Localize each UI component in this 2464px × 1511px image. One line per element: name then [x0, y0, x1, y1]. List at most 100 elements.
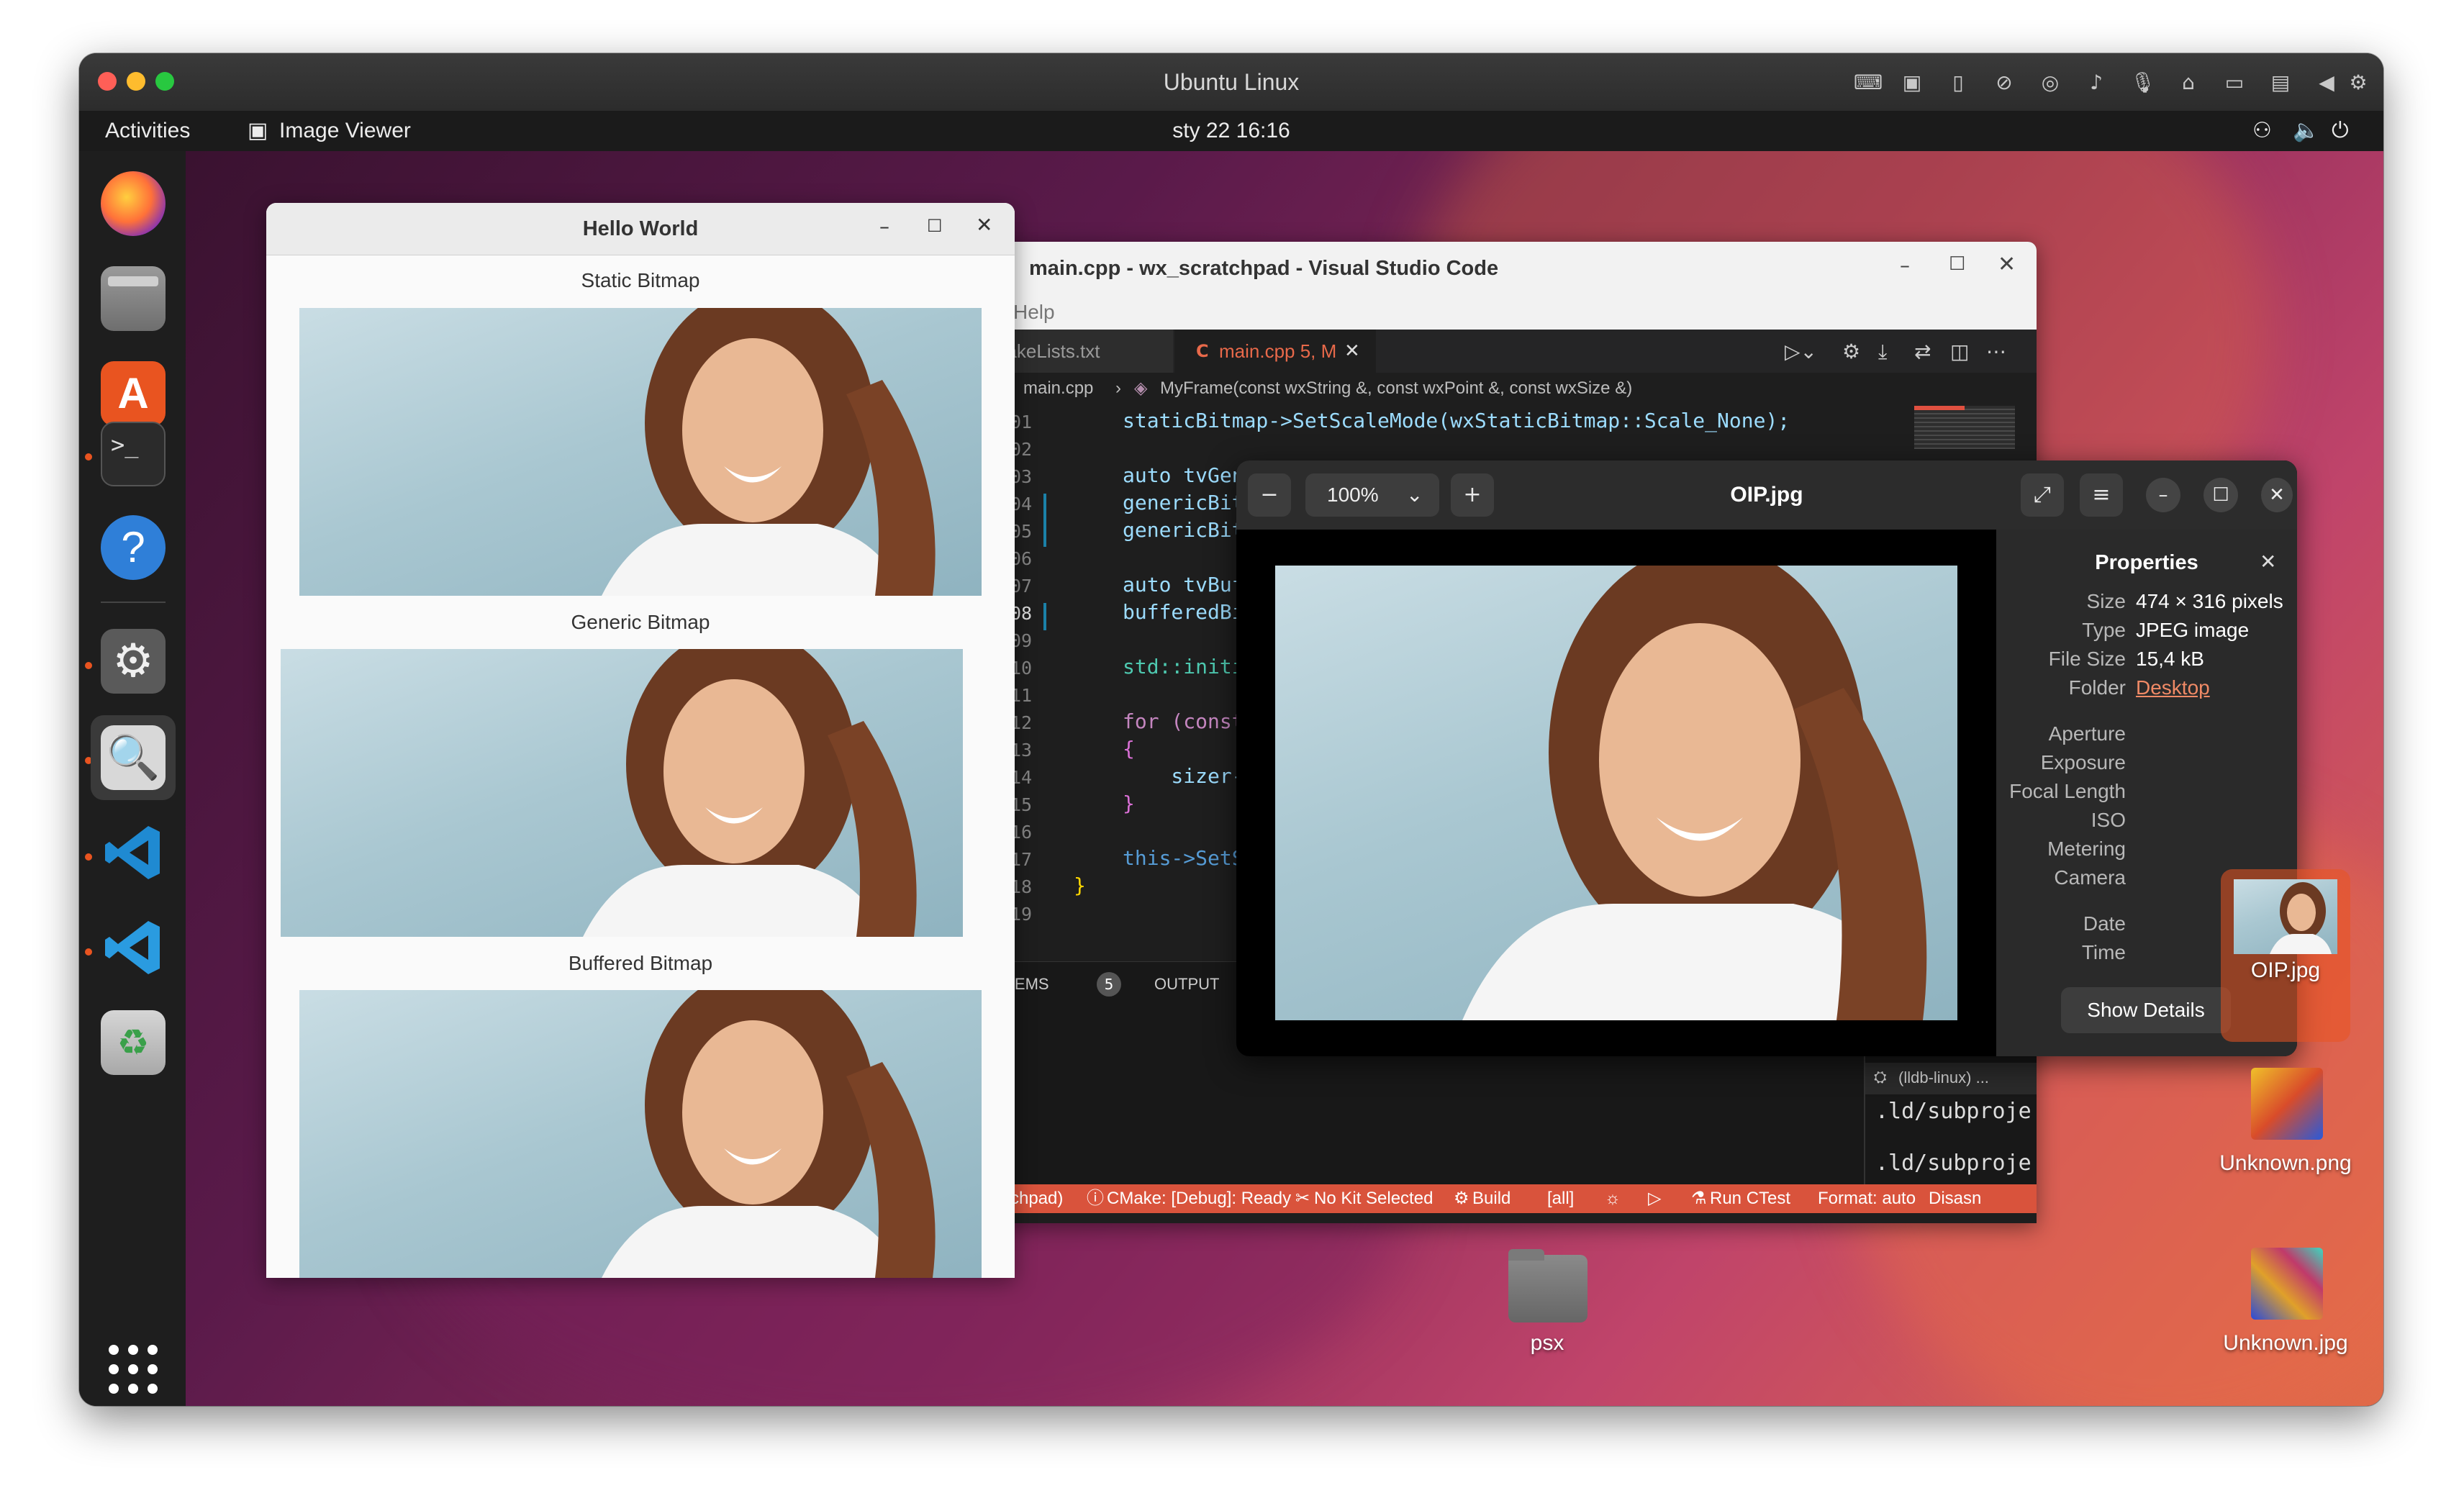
close-tab-icon[interactable]: ✕	[1344, 330, 1360, 373]
status-disasm[interactable]: Disasn	[1929, 1184, 1981, 1213]
speaker-icon[interactable]: ♪	[2084, 71, 2109, 95]
vscode-insiders-icon[interactable]	[101, 915, 166, 980]
tools-icon: ✂	[1295, 1189, 1310, 1208]
run-icon[interactable]: ▷⌄	[1785, 340, 1817, 363]
flask-icon: ⚗	[1691, 1189, 1707, 1208]
breadcrumb-symbol[interactable]: MyFrame(const wxString &, const wxPoint …	[1160, 373, 1632, 404]
network-status-icon[interactable]: ⚇	[2252, 111, 2272, 151]
power-icon[interactable]: ⏻	[2332, 111, 2349, 151]
back-icon[interactable]: ◀	[2314, 71, 2339, 95]
code-line: sizer-	[1123, 764, 1244, 788]
property-key: Exposure	[2040, 751, 2126, 773]
fullscreen-icon[interactable]: ⤢	[2021, 473, 2064, 517]
status-cmake[interactable]: CMake: [Debug]: Ready	[1107, 1184, 1291, 1213]
firefox-icon[interactable]	[101, 171, 166, 236]
property-key: Metering	[2047, 838, 2126, 860]
desktop-icon-oip[interactable]: OIP.jpg	[2221, 869, 2350, 1042]
image-viewer-header: − 100% ⌄ + OIP.jpg ⤢ ≡ – ☐ ✕	[1236, 460, 2297, 530]
close-button[interactable]: ✕	[976, 213, 992, 237]
status-target[interactable]: [all]	[1547, 1184, 1574, 1213]
running-indicator	[85, 853, 92, 861]
video-off-icon[interactable]: ▭	[2222, 71, 2247, 95]
maximize-button[interactable]: ☐	[927, 216, 943, 236]
vm-title-bar: Ubuntu Linux ⌨ ▣ ▯ ⊘ ◎ ♪ 🎙 ⌂ ▭ ▤ ◀ ⚙	[79, 53, 2383, 111]
line-number: 18	[1010, 876, 1033, 897]
breadcrumb-file[interactable]: main.cpp	[1023, 373, 1093, 404]
drive-icon[interactable]: ⌂	[2176, 71, 2201, 95]
app-center-icon[interactable]: A	[101, 361, 166, 426]
compare-icon[interactable]: ⇄	[1914, 340, 1931, 363]
settings-icon[interactable]: ⚙	[101, 629, 166, 694]
minimize-button[interactable]: –	[1900, 253, 1910, 277]
gear-icon[interactable]: ⚙	[1842, 340, 1860, 363]
volume-icon[interactable]: 🔈	[2293, 111, 2319, 151]
desktop-icon-unknown-jpg[interactable]: Unknown.jpg	[2221, 1240, 2350, 1384]
debug-icon[interactable]: ☼	[1605, 1184, 1621, 1213]
microphone-icon[interactable]: 🎙	[2130, 71, 2156, 95]
split-editor-icon[interactable]: ◫	[1950, 340, 1969, 363]
folder-link[interactable]: Desktop	[2136, 676, 2210, 699]
git-gutter-modified	[1043, 603, 1046, 630]
desktop-icon-unknown-png[interactable]: Unknown.png	[2219, 1061, 2352, 1204]
line-number: 14	[1010, 767, 1033, 788]
code-line: staticBitmap->SetScaleMode(wxStaticBitma…	[1123, 409, 1790, 432]
minimap[interactable]	[1914, 406, 2015, 449]
terminal-list-item[interactable]: ⛭ (lldb-linux) ...	[1864, 1063, 2037, 1094]
terminal-icon[interactable]: >_	[101, 422, 166, 486]
download-icon[interactable]: ⤓	[1878, 340, 1887, 364]
show-details-button[interactable]: Show Details	[2061, 987, 2231, 1033]
tab-output[interactable]: OUTPUT	[1154, 975, 1219, 994]
buffered-bitmap-image	[299, 990, 982, 1278]
desktop-icon-psx[interactable]: psx	[1482, 1240, 1612, 1384]
top-panel: Activities ▣ Image Viewer sty 22 16:16 ⚇…	[79, 111, 2383, 151]
close-icon[interactable]: ✕	[2260, 550, 2276, 573]
code-line: genericBit	[1123, 491, 1244, 514]
status-kit[interactable]: No Kit Selected	[1314, 1184, 1433, 1213]
editor-tabs: CMakeLists.txt C main.cpp 5, M ✕ ▷⌄ ⚙ ⤓ …	[971, 330, 2037, 373]
property-value: 15,4 kB	[2136, 648, 2204, 670]
tab-main-cpp[interactable]: C main.cpp 5, M ✕	[1174, 330, 1376, 373]
maximize-button[interactable]: ☐	[1949, 253, 1965, 275]
close-button[interactable]: ✕	[1998, 252, 2016, 277]
more-icon[interactable]: ⋯	[1986, 340, 2006, 363]
minimize-button[interactable]: –	[2146, 478, 2180, 512]
property-key: Size	[2086, 590, 2126, 612]
desktop-icon-label: Unknown.png	[2219, 1151, 2352, 1175]
vscode-title-bar: main.cpp - wx_scratchpad - Visual Studio…	[971, 242, 2037, 295]
property-key: File Size	[2048, 648, 2126, 670]
vscode-icon[interactable]	[101, 820, 166, 885]
image-viewer-icon[interactable]: 🔍	[101, 725, 166, 790]
terminal-line: .ld/subproje	[1875, 1099, 2032, 1124]
usb-icon[interactable]: ▯	[1946, 71, 1970, 95]
code-line: genericBit	[1123, 518, 1244, 542]
help-icon[interactable]: ?	[101, 515, 166, 580]
status-ctest[interactable]: Run CTest	[1710, 1184, 1790, 1213]
viewer-image[interactable]	[1275, 566, 1957, 1020]
camera-off-icon[interactable]: ⊘	[1992, 71, 2016, 95]
static-bitmap-image	[299, 308, 982, 596]
gear-icon[interactable]: ⚙	[2346, 71, 2370, 95]
shared-folder-icon[interactable]: ▤	[2268, 71, 2293, 95]
close-button[interactable]: ✕	[2261, 478, 2293, 512]
hamburger-menu-icon[interactable]: ≡	[2080, 473, 2123, 517]
minimize-button[interactable]: –	[879, 214, 889, 238]
run-icon[interactable]: ▷	[1648, 1184, 1661, 1213]
maximize-button[interactable]: ☐	[2203, 478, 2238, 512]
line-number: 12	[1010, 712, 1033, 733]
status-format[interactable]: Format: auto	[1818, 1184, 1916, 1213]
files-icon[interactable]	[101, 266, 166, 331]
trash-icon[interactable]: ♻	[101, 1010, 166, 1075]
line-number: 11	[1010, 685, 1033, 706]
network-icon[interactable]: ◎	[2038, 71, 2062, 95]
dock-separator	[101, 602, 166, 603]
status-build[interactable]: Build	[1472, 1184, 1510, 1213]
property-key: Focal Length	[2009, 780, 2126, 802]
chip-icon[interactable]: ▣	[1900, 71, 1924, 95]
properties-title: Properties	[2095, 551, 2198, 574]
clock[interactable]: sty 22 16:16	[79, 111, 2383, 151]
menu-help[interactable]: Help	[1013, 295, 1055, 330]
keyboard-icon[interactable]: ⌨	[1854, 71, 1883, 95]
show-apps-icon[interactable]	[101, 1337, 166, 1402]
hello-world-window: Hello World – ☐ ✕ Static Bitmap Generic …	[266, 203, 1015, 1278]
generic-bitmap-image	[281, 649, 963, 937]
